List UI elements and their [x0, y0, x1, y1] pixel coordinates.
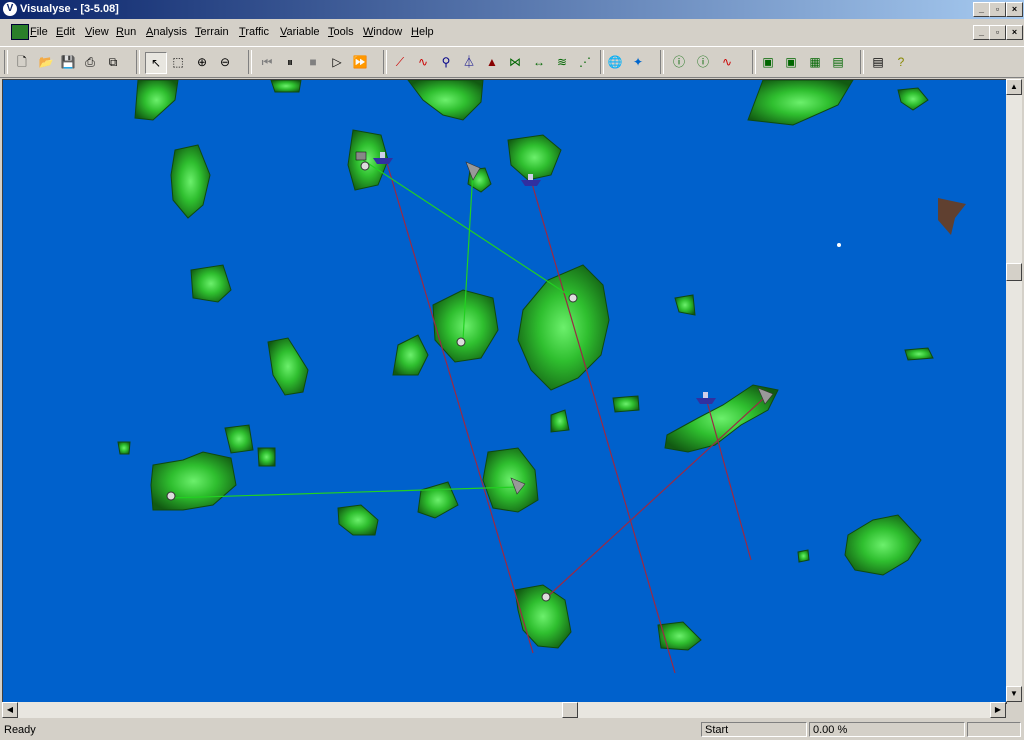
status-message: Ready — [4, 724, 36, 736]
stop-icon[interactable]: ■ — [303, 52, 323, 72]
status-empty-panel — [967, 722, 1021, 737]
menu-tools[interactable]: Tools — [328, 26, 354, 38]
ship-icon[interactable] — [696, 392, 716, 404]
horizontal-scroll-thumb[interactable] — [562, 702, 578, 718]
station-icon[interactable] — [456, 337, 466, 347]
doc-minimize-icon[interactable]: _ — [973, 25, 990, 40]
wave-icon[interactable]: ∿ — [717, 52, 737, 72]
horizontal-scrollbar[interactable]: ◀ ▶ — [2, 702, 1006, 718]
zoom-out-icon[interactable]: ⊖ — [215, 52, 235, 72]
station-icon[interactable] — [568, 293, 578, 303]
print-icon[interactable]: ⎙ — [80, 52, 100, 72]
station-icon[interactable] — [541, 592, 551, 602]
save-icon[interactable]: 💾 — [58, 52, 78, 72]
satellite-icon[interactable]: ✦ — [628, 52, 648, 72]
terrain-icon[interactable]: ▲ — [482, 52, 502, 72]
map-layer-icon[interactable]: ▣ — [781, 52, 801, 72]
progress-value: 0.00 % — [809, 722, 965, 737]
route-icon[interactable]: ⋰ — [575, 52, 595, 72]
select-region-icon[interactable]: ⬚ — [168, 52, 188, 72]
report-icon[interactable]: ▤ — [868, 52, 888, 72]
vertical-scroll-thumb[interactable] — [1006, 263, 1022, 281]
fast-forward-icon[interactable]: ⏩ — [350, 52, 370, 72]
menu-window[interactable]: Window — [363, 26, 402, 38]
menu-file[interactable]: File — [30, 26, 48, 38]
vertical-scrollbar[interactable]: ▲ ▼ — [1006, 79, 1022, 702]
doc-close-icon[interactable]: × — [1006, 25, 1023, 40]
copy-icon[interactable]: ⧉ — [103, 52, 123, 72]
open-icon[interactable]: 📂 — [36, 52, 56, 72]
restore-icon[interactable]: ▫ — [989, 2, 1006, 17]
app-logo-icon: V — [3, 2, 17, 16]
menu-edit[interactable]: Edit — [56, 26, 75, 38]
map-route-icon[interactable]: ▤ — [828, 52, 848, 72]
link-icon[interactable]: ⟋ — [390, 52, 410, 72]
status-bar: Ready Start 0.00 % — [0, 720, 1024, 740]
toolbar: 🗋 📂 💾 ⎙ ⧉ ↖ ⬚ ⊕ ⊖ ⏮ ⏸ ■ ▷ ⏩ ⟋ ∿ ⚲ ⏃ ▲ ⋈ … — [0, 46, 1024, 78]
document-icon[interactable] — [11, 24, 29, 40]
minimize-icon[interactable]: _ — [973, 2, 990, 17]
menu-bar: File Edit View Run Analysis Terrain Traffic Var… — [0, 20, 1024, 44]
scroll-down-icon[interactable]: ▼ — [1006, 686, 1022, 702]
close-icon[interactable]: × — [1006, 2, 1023, 17]
title-bar: V Visualyse - [3-5.08] _ ▫ × — [0, 0, 1024, 19]
menu-view[interactable]: View — [85, 26, 109, 38]
zoom-in-icon[interactable]: ⊕ — [192, 52, 212, 72]
antenna-icon[interactable]: ⏃ — [459, 52, 479, 72]
map-view[interactable] — [2, 79, 1007, 704]
run-state: Start — [701, 722, 807, 737]
info-station-icon[interactable]: ⓘ — [669, 52, 689, 72]
new-icon[interactable]: 🗋 — [12, 52, 32, 72]
map-grid-icon[interactable]: ▦ — [805, 52, 825, 72]
interference-path-icon[interactable]: ↔ — [529, 52, 549, 72]
marker-icon[interactable] — [837, 243, 841, 247]
pause-icon[interactable]: ⏸ — [280, 52, 300, 72]
menu-analysis[interactable]: Analysis — [146, 26, 187, 38]
carrier-icon[interactable]: ⋈ — [505, 52, 525, 72]
doc-restore-icon[interactable]: ▫ — [989, 25, 1006, 40]
stations[interactable] — [166, 151, 841, 602]
beam-icon[interactable]: ≋ — [552, 52, 572, 72]
scroll-left-icon[interactable]: ◀ — [2, 702, 18, 718]
play-icon[interactable]: ▷ — [327, 52, 347, 72]
help-icon[interactable]: ? — [891, 52, 911, 72]
menu-traffic[interactable]: Traffic — [239, 26, 269, 38]
link-wave-icon[interactable]: ∿ — [413, 52, 433, 72]
info-link-icon[interactable]: ⓘ — [693, 52, 713, 72]
station-icon[interactable]: ⚲ — [436, 52, 456, 72]
station-icon[interactable] — [166, 491, 176, 501]
select-arrow-icon[interactable]: ↖ — [145, 52, 167, 74]
map-canvas[interactable] — [3, 80, 1006, 703]
menu-terrain[interactable]: Terrain — [195, 26, 229, 38]
menu-help[interactable]: Help — [411, 26, 434, 38]
menu-run[interactable]: Run — [116, 26, 136, 38]
map-view-icon[interactable]: ▣ — [758, 52, 778, 72]
scroll-right-icon[interactable]: ▶ — [990, 702, 1006, 718]
skip-to-start-icon[interactable]: ⏮ — [257, 52, 277, 72]
terrain-land — [117, 80, 934, 651]
globe-icon[interactable]: 🌐 — [605, 52, 625, 72]
scroll-up-icon[interactable]: ▲ — [1006, 79, 1022, 95]
window-title: Visualyse - [3-5.08] — [20, 3, 119, 15]
menu-variable[interactable]: Variable — [280, 26, 320, 38]
landmark-polygon — [938, 198, 966, 235]
